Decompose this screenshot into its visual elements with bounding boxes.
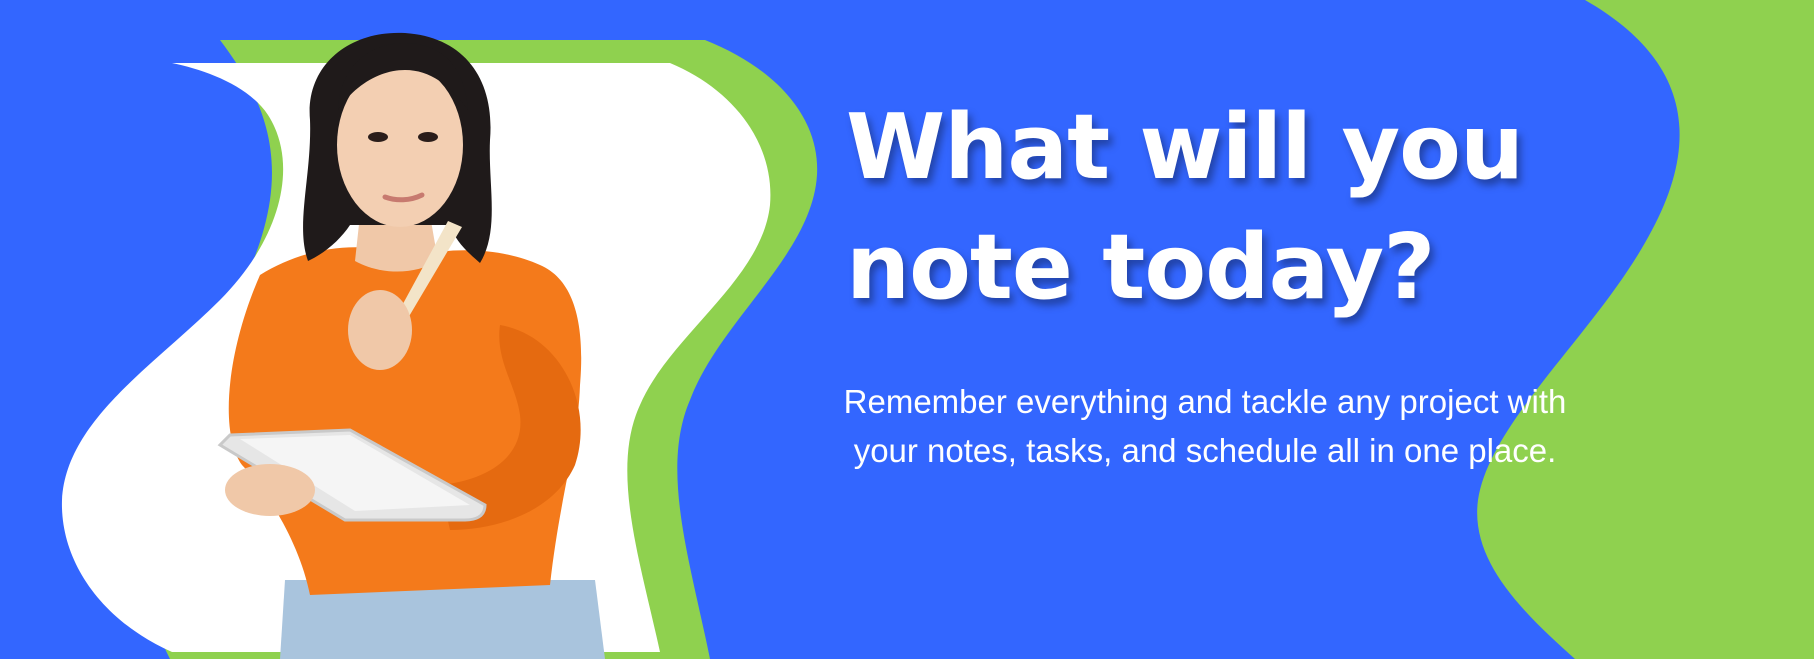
headline: What will you note today? <box>846 88 1666 328</box>
headline-line-2: note today? <box>846 215 1435 320</box>
subtext: Remember everything and tackle any proje… <box>770 377 1640 475</box>
headline-line-1: What will you <box>846 95 1524 200</box>
subtext-line-1: Remember everything and tackle any proje… <box>843 383 1567 420</box>
hero-banner: What will you note today? Remember every… <box>0 0 1814 659</box>
subtext-line-2: your notes, tasks, and schedule all in o… <box>853 432 1557 469</box>
person-illustration <box>217 32 605 659</box>
